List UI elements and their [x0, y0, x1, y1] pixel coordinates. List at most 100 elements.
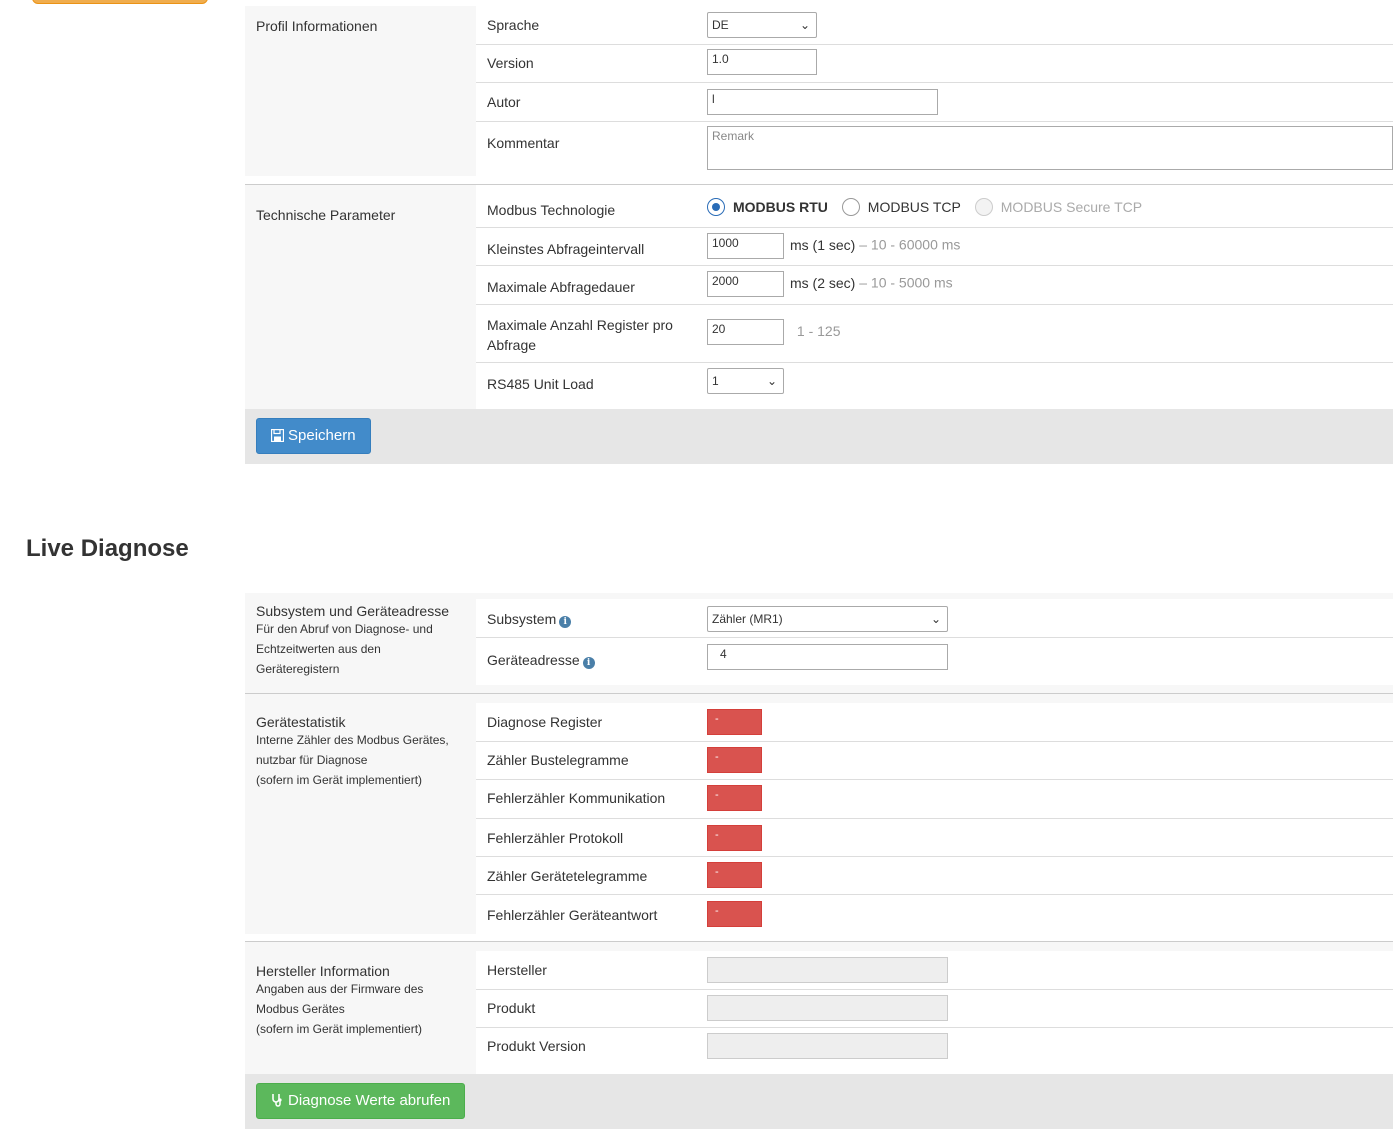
- diagnose-fetch-button[interactable]: Diagnose Werte abrufen: [256, 1083, 466, 1119]
- comment-textarea[interactable]: Remark: [707, 126, 1393, 170]
- author-row: Autor l: [476, 82, 1393, 122]
- chevron-down-icon: ⌄: [766, 374, 777, 388]
- max-registers-row: Maximale Anzahl Register pro Abfrage 20 …: [476, 304, 1393, 363]
- chevron-down-icon: ⌄: [930, 612, 941, 626]
- max-registers-input[interactable]: 20: [707, 319, 784, 345]
- version-input[interactable]: 1.0: [707, 49, 817, 75]
- stat-label: Diagnose Register: [487, 714, 603, 730]
- profile-section-title-wrap: Profil Informationen: [256, 18, 377, 34]
- stat-label: Fehlerzähler Protokoll: [487, 830, 624, 846]
- stat-row: Zähler Gerätetelegramme -: [476, 856, 1393, 895]
- radio-modbus-rtu[interactable]: [707, 198, 725, 217]
- min-interval-unit: ms (1 sec): [790, 236, 856, 253]
- subsystem-label-wrap: Subsystem i: [487, 609, 572, 629]
- tech-fields: Modbus Technologie MODBUS RTU MODBUS TCP…: [476, 185, 1393, 409]
- stats-fields: Diagnose Register - Zähler Bustelegramme…: [476, 703, 1393, 934]
- vendor-row: Hersteller: [476, 951, 1393, 990]
- address-row: Geräteadresse i 4: [476, 637, 1393, 685]
- unit-load-value: 1: [712, 374, 719, 388]
- vendor-section-desc: Angaben aus der Firmware des Modbus Gerä…: [256, 982, 424, 1016]
- product-row: Produkt: [476, 989, 1393, 1028]
- info-icon[interactable]: i: [559, 616, 572, 628]
- live-diagnose-heading: Live Diagnose: [26, 535, 189, 562]
- stat-value: -: [707, 747, 762, 773]
- radio-modbus-secure-tcp: [974, 198, 993, 217]
- max-duration-control: 2000 ms (2 sec) – 10 - 5000 ms: [707, 271, 953, 297]
- profile-panel: Profil Informationen Sprache DE ⌄ Versio…: [245, 6, 1393, 176]
- stethoscope-icon: [272, 1094, 282, 1107]
- language-value: DE: [712, 18, 729, 32]
- vendor-section-desc2: (sofern im Gerät implementiert): [256, 1022, 423, 1036]
- language-label: Sprache: [487, 17, 540, 33]
- stats-section-title: Gerätestatistik: [256, 714, 346, 730]
- stat-row: Fehlerzähler Geräteantwort -: [476, 894, 1393, 934]
- subsystem-select[interactable]: Zähler (MR1) ⌄: [707, 606, 948, 632]
- tech-section-title: Technische Parameter: [256, 207, 396, 223]
- subsystem-label: Subsystem: [487, 611, 557, 627]
- comment-row: Kommentar Remark: [476, 121, 1393, 176]
- unit-load-label: RS485 Unit Load: [487, 376, 594, 392]
- max-registers-hint: 1 - 125: [796, 322, 841, 339]
- vendor-input: [707, 957, 948, 983]
- stat-label: Fehlerzähler Kommunikation: [487, 790, 666, 806]
- subsystem-panel: Subsystem und Geräteadresse Für den Abru…: [245, 593, 1393, 693]
- max-registers-label: Maximale Anzahl Register pro Abfrage: [487, 317, 673, 353]
- stat-label: Zähler Bustelegramme: [487, 752, 629, 768]
- save-button-label: Speichern: [288, 427, 356, 444]
- product-version-input: [707, 1033, 948, 1059]
- stat-value: -: [707, 709, 762, 735]
- stat-value: -: [707, 901, 762, 927]
- version-row: Version 1.0: [476, 44, 1393, 83]
- vendor-fields: Hersteller Produkt Produkt Version: [476, 951, 1393, 1074]
- stat-value: -: [707, 785, 762, 811]
- stat-row: Fehlerzähler Kommunikation -: [476, 779, 1393, 819]
- stat-value: -: [707, 862, 762, 888]
- diagnose-footer: Diagnose Werte abrufen: [245, 1074, 1393, 1129]
- profile-section-title: Profil Informationen: [256, 18, 378, 34]
- product-label: Produkt: [487, 1000, 536, 1016]
- max-duration-unit: ms (2 sec): [790, 274, 856, 291]
- comment-label: Kommentar: [487, 135, 560, 151]
- unit-load-row: RS485 Unit Load 1 ⌄: [476, 362, 1393, 409]
- stat-row: Zähler Bustelegramme -: [476, 741, 1393, 780]
- radio-modbus-tcp[interactable]: [841, 198, 860, 217]
- subsystem-section-title: Subsystem und Geräteadresse: [256, 603, 449, 619]
- info-icon[interactable]: i: [582, 657, 595, 669]
- orange-button-edge[interactable]: [32, 0, 208, 4]
- min-interval-label: Kleinstes Abfrageintervall: [487, 241, 645, 257]
- version-label: Version: [487, 55, 534, 71]
- max-duration-row: Maximale Abfragedauer 2000 ms (2 sec) – 1…: [476, 265, 1393, 305]
- author-label: Autor: [487, 94, 521, 110]
- author-input[interactable]: l: [707, 89, 938, 115]
- vendor-panel: Hersteller Information Angaben aus der F…: [245, 942, 1393, 1074]
- modbus-row: Modbus Technologie MODBUS RTU MODBUS TCP…: [476, 185, 1393, 228]
- stat-row: Diagnose Register -: [476, 703, 1393, 742]
- chevron-down-icon: ⌄: [799, 18, 810, 32]
- min-interval-control: 1000 ms (1 sec) – 10 - 60000 ms: [707, 233, 960, 259]
- radio-modbus-secure-tcp-label: MODBUS Secure TCP: [1000, 199, 1143, 216]
- modbus-radio-group: MODBUS RTU MODBUS TCP MODBUS Secure TCP: [707, 198, 1152, 217]
- stat-value: -: [707, 825, 762, 851]
- diagnose-fetch-button-label: Diagnose Werte abrufen: [288, 1092, 451, 1109]
- max-duration-input[interactable]: 2000: [707, 271, 784, 297]
- save-footer: Speichern: [245, 409, 1393, 464]
- max-duration-label: Maximale Abfragedauer: [487, 279, 635, 295]
- floppy-disk-icon: [270, 428, 285, 443]
- address-input[interactable]: 4: [707, 644, 948, 670]
- min-interval-input[interactable]: 1000: [707, 233, 784, 259]
- stats-panel: Gerätestatistik Interne Zähler des Modbu…: [245, 694, 1393, 934]
- min-interval-row: Kleinstes Abfrageintervall 1000 ms (1 sec…: [476, 227, 1393, 266]
- min-interval-hint: – 10 - 60000 ms: [859, 236, 961, 253]
- stats-section-desc2: (sofern im Gerät implementiert): [256, 773, 423, 787]
- max-registers-control: 20 1 - 125: [707, 319, 840, 345]
- language-select[interactable]: DE ⌄: [707, 12, 817, 38]
- subsystem-value: Zähler (MR1): [712, 612, 783, 626]
- stat-label: Zähler Gerätetelegramme: [487, 868, 648, 884]
- save-button[interactable]: Speichern: [256, 418, 371, 454]
- vendor-section-title: Hersteller Information: [256, 963, 390, 979]
- unit-load-select[interactable]: 1 ⌄: [707, 368, 784, 394]
- language-row: Sprache DE ⌄: [476, 6, 1393, 45]
- product-version-label: Produkt Version: [487, 1038, 586, 1054]
- product-version-row: Produkt Version: [476, 1027, 1393, 1074]
- radio-modbus-rtu-label: MODBUS RTU: [733, 199, 828, 216]
